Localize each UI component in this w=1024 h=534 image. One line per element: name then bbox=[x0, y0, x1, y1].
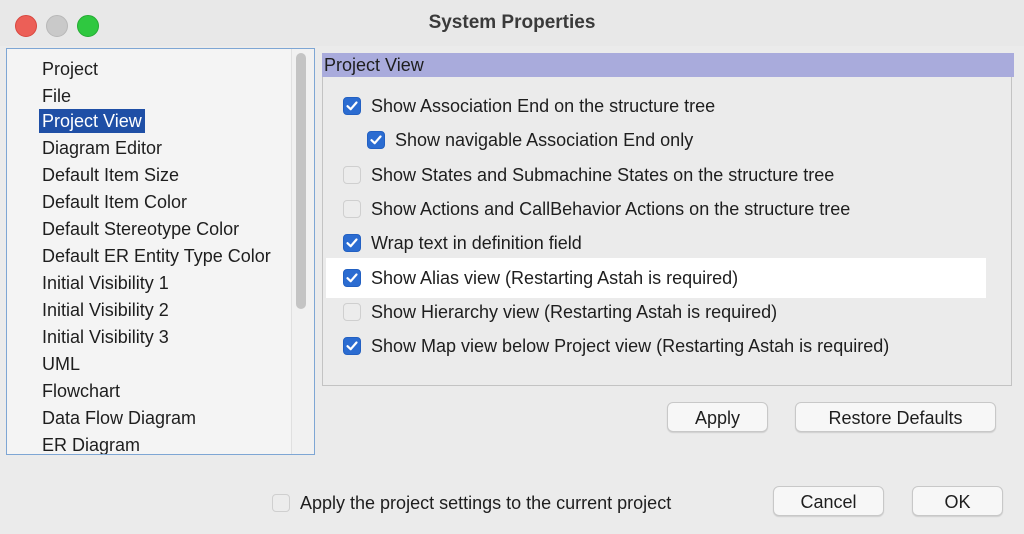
sidebar-item-diagram-editor[interactable]: Diagram Editor bbox=[39, 136, 165, 160]
category-list-items: Project File Project View Diagram Editor… bbox=[7, 49, 291, 454]
sidebar-item-default-stereotype-color[interactable]: Default Stereotype Color bbox=[39, 217, 242, 241]
sidebar-item-project[interactable]: Project bbox=[39, 57, 101, 81]
checkbox-checked[interactable] bbox=[343, 97, 361, 115]
checkbox-checked[interactable] bbox=[343, 337, 361, 355]
option-show-alias-view[interactable]: Show Alias view (Restarting Astah is req… bbox=[326, 258, 986, 298]
sidebar-item-er-diagram[interactable]: ER Diagram bbox=[39, 433, 143, 454]
checkmark-icon bbox=[346, 238, 358, 248]
option-label: Show States and Submachine States on the… bbox=[371, 164, 835, 185]
window-title: System Properties bbox=[428, 12, 596, 33]
ok-button[interactable]: OK bbox=[912, 486, 1003, 516]
category-list: Project File Project View Diagram Editor… bbox=[6, 48, 315, 455]
apply-button[interactable]: Apply bbox=[667, 402, 768, 432]
checkmark-icon bbox=[346, 341, 358, 351]
sidebar-item-default-er-entity-type-color[interactable]: Default ER Entity Type Color bbox=[39, 244, 274, 268]
section-header: Project View bbox=[322, 53, 1014, 77]
sidebar-item-file[interactable]: File bbox=[39, 84, 74, 108]
sidebar-item-default-item-color[interactable]: Default Item Color bbox=[39, 190, 190, 214]
cancel-button[interactable]: Cancel bbox=[773, 486, 884, 516]
sidebar-item-flowchart[interactable]: Flowchart bbox=[39, 379, 123, 403]
option-label: Show Actions and CallBehavior Actions on… bbox=[371, 198, 851, 219]
option-label: Apply the project settings to the curren… bbox=[300, 492, 672, 513]
sidebar-item-data-flow-diagram[interactable]: Data Flow Diagram bbox=[39, 406, 199, 430]
sidebar-item-project-view[interactable]: Project View bbox=[39, 109, 145, 133]
system-properties-window: System Properties Project File Project V… bbox=[0, 0, 1024, 534]
restore-defaults-button[interactable]: Restore Defaults bbox=[795, 402, 996, 432]
option-label: Wrap text in definition field bbox=[371, 232, 582, 253]
checkbox-unchecked[interactable] bbox=[272, 494, 290, 512]
option-show-association-end[interactable]: Show Association End on the structure tr… bbox=[343, 91, 715, 121]
option-show-actions-and-callbehavior[interactable]: Show Actions and CallBehavior Actions on… bbox=[343, 194, 850, 224]
checkbox-checked[interactable] bbox=[343, 269, 361, 287]
checkmark-icon bbox=[346, 273, 358, 283]
title-bar: System Properties bbox=[0, 0, 1024, 46]
option-show-states-and-submachine-states[interactable]: Show States and Submachine States on the… bbox=[343, 160, 834, 190]
option-wrap-text-definition[interactable]: Wrap text in definition field bbox=[343, 228, 582, 258]
checkmark-icon bbox=[346, 101, 358, 111]
sidebar-item-uml[interactable]: UML bbox=[39, 352, 83, 376]
checkbox-unchecked[interactable] bbox=[343, 200, 361, 218]
checkbox-unchecked[interactable] bbox=[343, 303, 361, 321]
option-show-map-view[interactable]: Show Map view below Project view (Restar… bbox=[343, 331, 889, 361]
apply-project-settings-option[interactable]: Apply the project settings to the curren… bbox=[272, 488, 671, 518]
checkmark-icon bbox=[370, 135, 382, 145]
option-show-navigable-association-end[interactable]: Show navigable Association End only bbox=[367, 125, 693, 155]
option-label: Show Map view below Project view (Restar… bbox=[371, 335, 890, 356]
sidebar-item-default-item-size[interactable]: Default Item Size bbox=[39, 163, 182, 187]
sidebar-item-initial-visibility-2[interactable]: Initial Visibility 2 bbox=[39, 298, 172, 322]
option-label: Show Alias view (Restarting Astah is req… bbox=[371, 267, 739, 288]
checkbox-checked[interactable] bbox=[367, 131, 385, 149]
sidebar-scroll-thumb[interactable] bbox=[296, 53, 306, 309]
checkbox-unchecked[interactable] bbox=[343, 166, 361, 184]
sidebar-item-initial-visibility-3[interactable]: Initial Visibility 3 bbox=[39, 325, 172, 349]
sidebar-item-initial-visibility-1[interactable]: Initial Visibility 1 bbox=[39, 271, 172, 295]
checkbox-checked[interactable] bbox=[343, 234, 361, 252]
option-label: Show navigable Association End only bbox=[395, 129, 694, 150]
option-label: Show Association End on the structure tr… bbox=[371, 95, 716, 116]
option-show-hierarchy-view[interactable]: Show Hierarchy view (Restarting Astah is… bbox=[343, 297, 777, 327]
option-label: Show Hierarchy view (Restarting Astah is… bbox=[371, 301, 778, 322]
